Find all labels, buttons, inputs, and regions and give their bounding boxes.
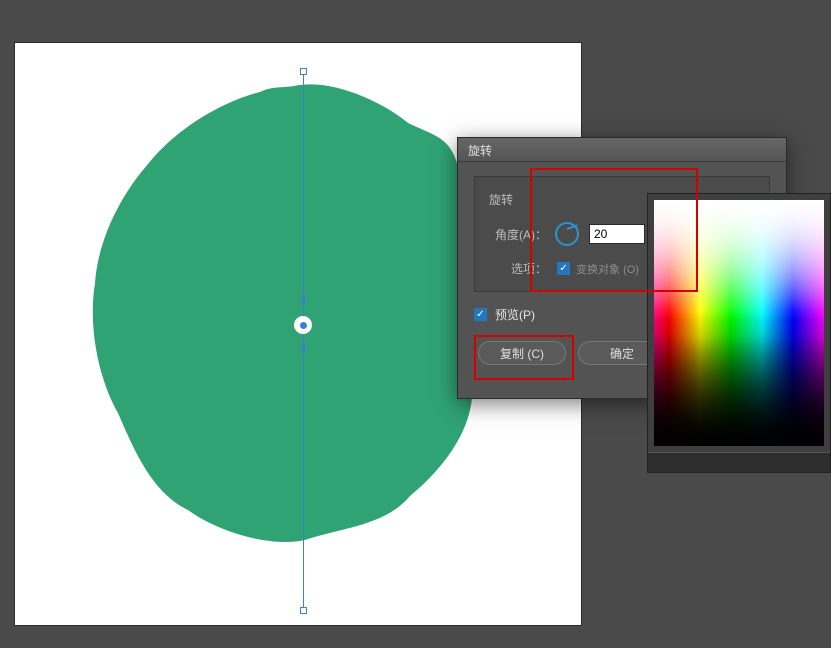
ok-button-label: 确定 (610, 345, 634, 362)
spectrum-white-fade (654, 200, 824, 320)
copy-button-label: 复制 (C) (500, 345, 544, 362)
angle-label: 角度(A)： (495, 226, 547, 243)
color-panel-footer (648, 452, 830, 472)
selection-handle-bottom[interactable] (300, 607, 307, 614)
transform-object-label: 变换对象 (O) (576, 261, 639, 277)
dialog-title: 旋转 (468, 144, 492, 158)
artwork-shape[interactable] (80, 78, 505, 553)
transform-object-checkbox[interactable] (557, 262, 570, 275)
rotation-pivot-center (300, 322, 307, 329)
copy-button[interactable]: 复制 (C) (478, 341, 566, 365)
spectrum-black-fade (654, 336, 824, 446)
dialog-titlebar[interactable]: 旋转 (458, 138, 786, 162)
preview-label: 预览(P) (495, 306, 535, 323)
color-spectrum-panel[interactable] (647, 193, 831, 473)
selection-handle-top[interactable] (300, 68, 307, 75)
pivot-tick-top (302, 295, 305, 305)
options-label: 选项： (511, 260, 547, 277)
pivot-tick-bottom (302, 343, 305, 353)
angle-input[interactable] (589, 224, 645, 244)
preview-checkbox[interactable] (474, 308, 487, 321)
rotation-axis-line (303, 71, 304, 613)
angle-dial-icon[interactable] (555, 222, 579, 246)
